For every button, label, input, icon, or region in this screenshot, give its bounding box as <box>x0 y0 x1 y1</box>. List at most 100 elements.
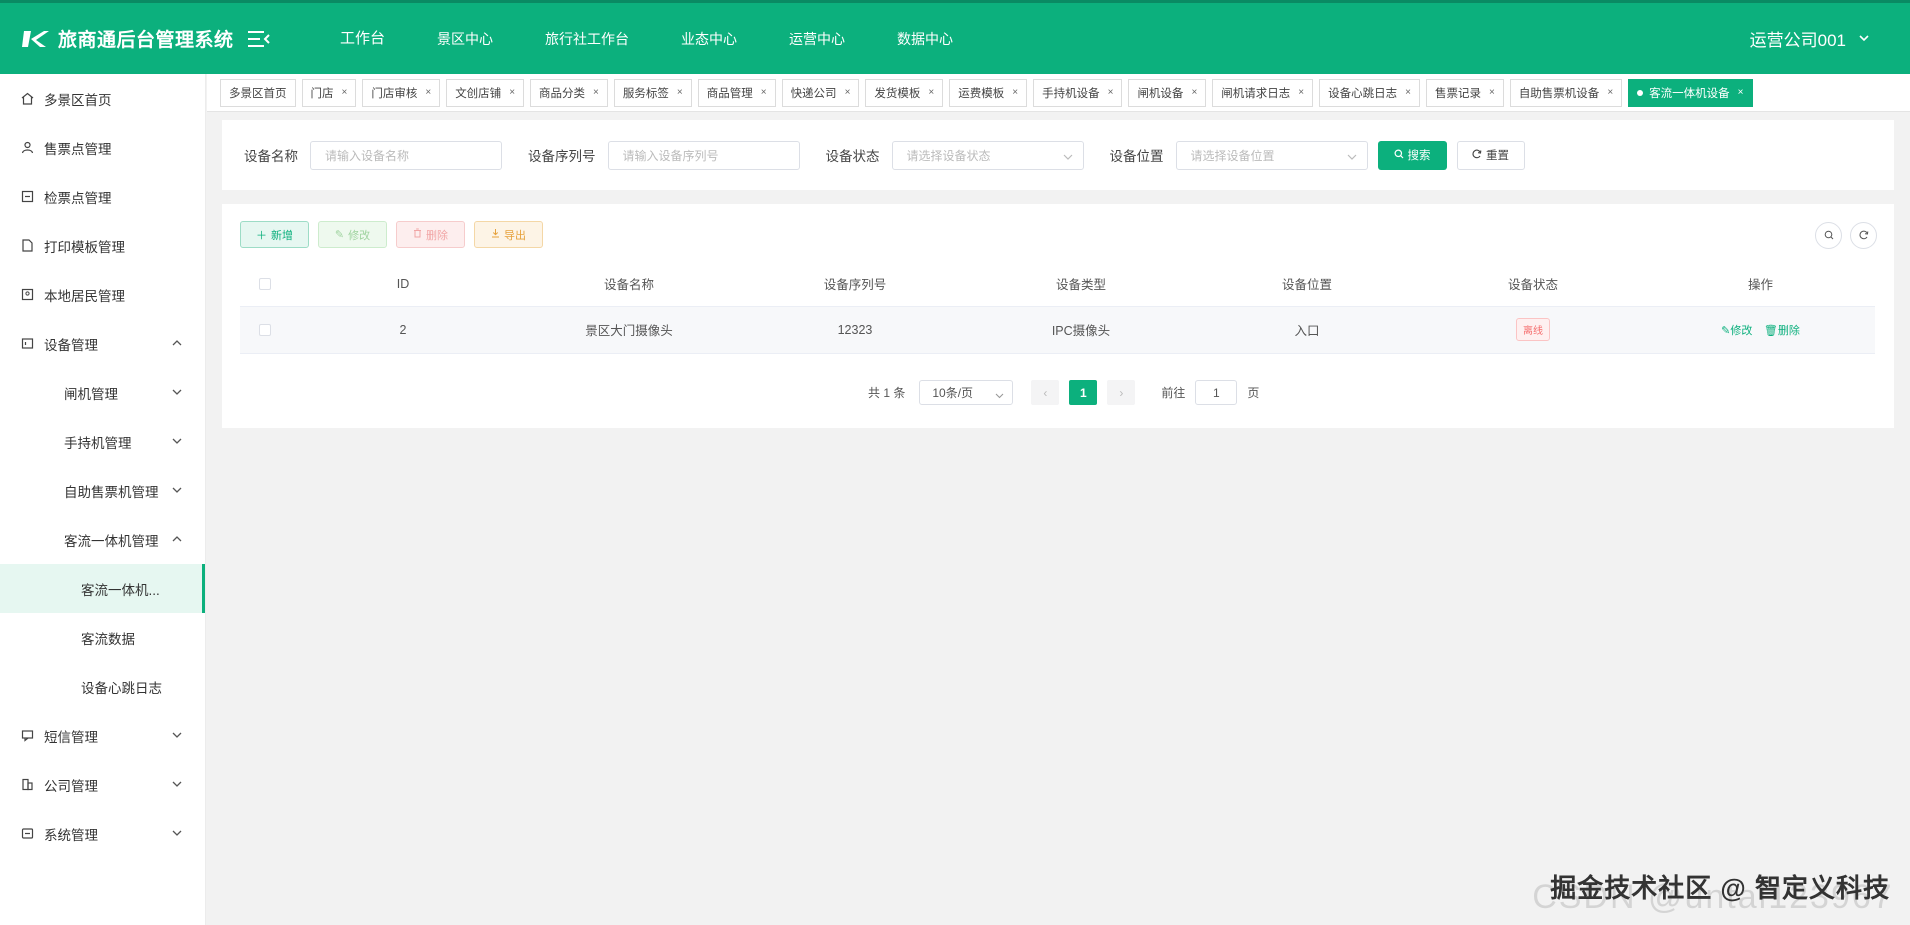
refresh-icon <box>1859 228 1869 243</box>
sidebar-item-device-management[interactable]: 设备管理 <box>0 319 205 368</box>
topnav-data-center[interactable]: 数据中心 <box>871 2 979 76</box>
close-icon[interactable]: × <box>509 87 515 98</box>
tag-ticket-record[interactable]: 售票记录 × <box>1425 78 1504 107</box>
cell-type: IPC摄像头 <box>968 306 1194 354</box>
sidebar-item-system-management[interactable]: 系统管理 <box>0 809 205 858</box>
device-status-select[interactable]: 请选择设备状态 <box>891 140 1084 170</box>
device-serial-input[interactable]: 请输入设备序列号 <box>607 140 800 170</box>
tag-label: 门店审核 <box>371 87 418 100</box>
tag-multi-scenic-home[interactable]: 多景区首页 <box>220 78 296 107</box>
tag-label: 运费模板 <box>958 87 1005 100</box>
tag-store[interactable]: 门店 × <box>301 78 357 107</box>
toggle-search-button[interactable] <box>1815 222 1842 249</box>
company-name: 运营公司001 <box>1749 31 1846 50</box>
close-icon[interactable]: × <box>1738 87 1744 98</box>
close-icon[interactable]: × <box>761 87 767 98</box>
tag-gate-request-log[interactable]: 闸机请求日志 × <box>1212 78 1314 107</box>
tag-label: 文创店铺 <box>455 87 502 100</box>
topnav-scenic-center[interactable]: 景区中心 <box>411 2 519 76</box>
close-icon[interactable]: × <box>1607 87 1613 98</box>
logo-icon <box>22 29 50 49</box>
close-icon[interactable]: × <box>928 87 934 98</box>
search-button[interactable]: 搜索 <box>1377 140 1447 170</box>
page-size-select[interactable]: 10条/页 <box>919 380 1014 405</box>
tag-gate-device[interactable]: 闸机设备 × <box>1128 78 1207 107</box>
reset-button[interactable]: 重置 <box>1456 140 1525 170</box>
tag-shipping-template[interactable]: 发货模板 × <box>865 78 944 107</box>
delete-button[interactable]: 删除 <box>396 221 465 248</box>
sidebar-item-checkpoint[interactable]: 检票点管理 <box>0 172 205 221</box>
sidebar-item-print-template[interactable]: 打印模板管理 <box>0 221 205 270</box>
device-name-input[interactable]: 请输入设备名称 <box>310 140 502 170</box>
close-icon[interactable]: × <box>1191 87 1197 98</box>
sidebar-item-heartbeat-log[interactable]: 设备心跳日志 <box>0 662 205 711</box>
prev-page-button[interactable]: ‹ <box>1031 380 1060 405</box>
company-selector[interactable]: 运营公司001 <box>1750 3 1870 74</box>
menu-collapse-icon[interactable] <box>248 30 270 48</box>
sidebar-item-gate-management[interactable]: 闸机管理 <box>0 368 205 417</box>
sidebar-item-passenger-flow-data[interactable]: 客流数据 <box>0 613 205 662</box>
tag-freight-template[interactable]: 运费模板 × <box>949 78 1028 107</box>
close-icon[interactable]: × <box>342 87 348 98</box>
sidebar-item-passenger-flow-management[interactable]: 客流一体机管理 <box>0 515 205 564</box>
sidebar-item-sms-management[interactable]: 短信管理 <box>0 711 205 760</box>
topnav-workbench[interactable]: 工作台 <box>314 2 411 76</box>
placeholder: 请输入设备序列号 <box>622 148 719 163</box>
add-button[interactable]: ＋ 新增 <box>240 221 309 248</box>
topnav-operations-center[interactable]: 运营中心 <box>763 2 871 76</box>
search-icon <box>1394 149 1404 162</box>
refresh-table-button[interactable] <box>1850 222 1877 249</box>
sidebar-item-ticket-office[interactable]: 售票点管理 <box>0 123 205 172</box>
tag-handheld-device[interactable]: 手持机设备 × <box>1033 78 1123 107</box>
trash-icon: 🗑 <box>1763 324 1778 337</box>
close-icon[interactable]: × <box>845 87 851 98</box>
close-icon[interactable]: × <box>1489 87 1495 98</box>
topnav-business-center[interactable]: 业态中心 <box>655 2 763 76</box>
select-all-checkbox[interactable] <box>259 278 271 291</box>
row-checkbox[interactable] <box>259 324 271 337</box>
chevron-down-icon <box>1347 151 1357 161</box>
table-row[interactable]: 2 景区大门摄像头 12323 IPC摄像头 入口 离线 ✎修改 🗑删除 <box>240 306 1875 354</box>
tag-product-management[interactable]: 商品管理 × <box>697 78 776 107</box>
sidebar-item-self-service-ticket[interactable]: 自助售票机管理 <box>0 466 205 515</box>
close-icon[interactable]: × <box>593 87 599 98</box>
sidebar-item-passenger-flow-device[interactable]: 客流一体机... <box>0 564 205 613</box>
page-number-current[interactable]: 1 <box>1069 380 1098 405</box>
chevron-down-icon <box>1858 29 1870 49</box>
tag-passenger-flow-device[interactable]: 客流一体机设备 × <box>1628 78 1753 107</box>
tag-store-review[interactable]: 门店审核 × <box>362 78 441 107</box>
column-header: 设备位置 <box>1194 262 1420 307</box>
sidebar-item-company-management[interactable]: 公司管理 <box>0 760 205 809</box>
sidebar-item-label: 设备管理 <box>44 337 98 353</box>
document-icon <box>20 239 34 253</box>
tag-express-company[interactable]: 快递公司 × <box>781 78 860 107</box>
topnav-travel-agency[interactable]: 旅行社工作台 <box>519 2 655 76</box>
row-edit-link[interactable]: ✎修改 <box>1721 325 1752 337</box>
goto-page-input[interactable]: 1 <box>1195 380 1238 405</box>
close-icon[interactable]: × <box>677 87 683 98</box>
sidebar-item-multi-scenic-home[interactable]: 多景区首页 <box>0 74 205 123</box>
export-button[interactable]: 导出 <box>474 221 543 248</box>
close-icon[interactable]: × <box>1405 87 1411 98</box>
sidebar-item-local-residents[interactable]: 本地居民管理 <box>0 270 205 319</box>
tag-label: 商品管理 <box>706 87 753 100</box>
tag-label: 售票记录 <box>1434 87 1481 100</box>
close-icon[interactable]: × <box>1298 87 1304 98</box>
close-icon[interactable]: × <box>1012 87 1018 98</box>
cell-status: 离线 <box>1420 306 1646 354</box>
next-page-button[interactable]: › <box>1107 380 1136 405</box>
brand-title: 旅商通后台管理系统 <box>58 30 234 51</box>
sidebar-item-label: 短信管理 <box>44 729 98 745</box>
close-icon[interactable]: × <box>1108 87 1114 98</box>
tag-heartbeat-log[interactable]: 设备心跳日志 × <box>1319 78 1420 107</box>
row-delete-link[interactable]: 🗑删除 <box>1764 325 1800 337</box>
sidebar-item-handheld-management[interactable]: 手持机管理 <box>0 417 205 466</box>
tag-self-service-device[interactable]: 自助售票机设备 × <box>1509 78 1623 107</box>
tag-cultural-shop[interactable]: 文创店铺 × <box>446 78 525 107</box>
edit-button[interactable]: ✎ 修改 <box>318 221 387 248</box>
user-group-icon <box>20 141 34 155</box>
tag-product-category[interactable]: 商品分类 × <box>530 78 608 107</box>
device-location-select[interactable]: 请选择设备位置 <box>1175 140 1368 170</box>
close-icon[interactable]: × <box>425 87 431 98</box>
tag-service-label[interactable]: 服务标签 × <box>613 78 692 107</box>
